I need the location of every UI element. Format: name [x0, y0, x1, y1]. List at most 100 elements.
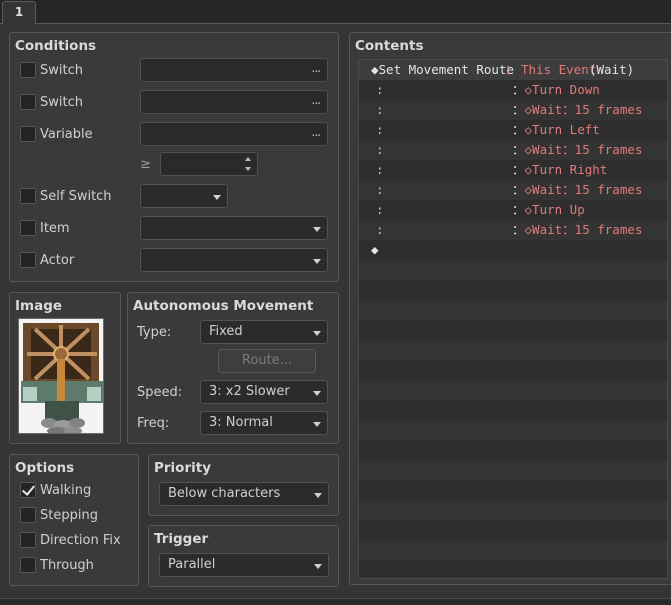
empty-row [359, 480, 667, 500]
trigger-select[interactable]: Parallel [159, 553, 329, 577]
command-text: ◇Wait [524, 102, 563, 117]
self-switch-select[interactable] [140, 184, 228, 208]
empty-row [359, 400, 667, 420]
tab-bar: 1 [0, 0, 671, 25]
item-checkbox[interactable] [20, 220, 36, 236]
conditions-group: Conditions Switch ... Switch ... Variabl… [9, 32, 339, 282]
command-value: 15 frames [574, 182, 643, 197]
command-text: ◇Turn Left [524, 122, 600, 137]
type-select[interactable]: Fixed [200, 320, 328, 344]
direction-fix-checkbox[interactable] [20, 532, 36, 548]
command-value: 15 frames [574, 222, 643, 237]
switch2-label: Switch [40, 95, 83, 110]
type-value: Fixed [209, 324, 243, 339]
indent-colon: : [376, 142, 384, 157]
self-switch-checkbox[interactable] [20, 188, 36, 204]
switch1-field[interactable]: ... [140, 58, 328, 82]
ellipsis-icon: ... [311, 125, 322, 139]
variable-value-spinbox[interactable] [160, 152, 258, 176]
empty-row [359, 500, 667, 520]
actor-select[interactable] [140, 248, 328, 272]
trigger-group: Trigger Parallel [148, 525, 339, 587]
command-text: ◇Turn Up [524, 202, 585, 217]
walking-checkbox[interactable] [20, 482, 36, 498]
command-row[interactable]: : ：◇Wait：15 frames [359, 220, 667, 240]
chevron-down-icon [313, 227, 321, 232]
empty-row [359, 300, 667, 320]
event-command-list[interactable]: ◆Set Movement Route ： This Event (Wait) … [358, 59, 668, 579]
command-text: ◇Turn Down [524, 82, 600, 97]
contents-group: Contents ◆Set Movement Route ： This Even… [349, 32, 671, 585]
command-value: 15 frames [574, 142, 643, 157]
command-row[interactable]: ◆Set Movement Route ： This Event (Wait) [359, 60, 667, 80]
type-label: Type: [137, 325, 172, 340]
speed-select[interactable]: 3: x2 Slower [200, 380, 328, 404]
empty-row [359, 540, 667, 560]
empty-row [359, 280, 667, 300]
through-checkbox[interactable] [20, 557, 36, 573]
priority-title: Priority [154, 460, 211, 476]
command-row[interactable]: : ：◇Turn Right [359, 160, 667, 180]
empty-row [359, 360, 667, 380]
empty-row [359, 340, 667, 360]
event-page: Conditions Switch ... Switch ... Variabl… [0, 24, 671, 599]
stepping-label: Stepping [40, 508, 98, 523]
route-button[interactable]: Route... [218, 349, 316, 373]
indent-colon: : [376, 102, 384, 117]
command-row[interactable]: ◆ [359, 240, 667, 260]
spin-down-icon[interactable] [245, 167, 251, 171]
command-text: ◇Wait [524, 182, 563, 197]
command-sep: ： [512, 162, 525, 177]
self-switch-label: Self Switch [40, 189, 112, 204]
command-sep2: ： [562, 222, 575, 237]
empty-row [359, 420, 667, 440]
indent-colon: : [376, 122, 384, 137]
command-row[interactable]: : ：◇Turn Down [359, 80, 667, 100]
empty-row [359, 520, 667, 540]
autonomous-movement-title: Autonomous Movement [133, 298, 314, 314]
image-title: Image [15, 298, 63, 314]
variable-checkbox[interactable] [20, 126, 36, 142]
empty-row [359, 460, 667, 480]
command-sep: ： [512, 142, 525, 157]
command-row[interactable]: : ：◇Wait：15 frames [359, 140, 667, 160]
empty-row [359, 380, 667, 400]
chevron-down-icon [313, 259, 321, 264]
switch1-label: Switch [40, 63, 83, 78]
command-value: 15 frames [574, 102, 643, 117]
switch2-field[interactable]: ... [140, 90, 328, 114]
command-sep: ： [512, 202, 525, 217]
event-image[interactable] [18, 318, 104, 434]
freq-select[interactable]: 3: Normal [200, 411, 328, 435]
command-row[interactable]: : ：◇Wait：15 frames [359, 100, 667, 120]
empty-row [359, 440, 667, 460]
freq-label: Freq: [137, 416, 170, 431]
chevron-down-icon [313, 391, 321, 396]
actor-checkbox[interactable] [20, 252, 36, 268]
speed-label: Speed: [137, 385, 183, 400]
spin-up-icon[interactable] [245, 157, 251, 161]
command-sep2: ： [562, 182, 575, 197]
tab-page-1[interactable]: 1 [2, 1, 36, 25]
priority-select[interactable]: Below characters [159, 482, 329, 506]
chevron-down-icon [313, 331, 321, 336]
autonomous-movement-group: Autonomous Movement Type: Fixed Route...… [127, 292, 339, 444]
command-sep: ： [512, 122, 525, 137]
switch1-checkbox[interactable] [20, 62, 36, 78]
chevron-down-icon [313, 422, 321, 427]
command-row[interactable]: : ：◇Turn Left [359, 120, 667, 140]
switch2-checkbox[interactable] [20, 94, 36, 110]
command-sep2: ： [562, 102, 575, 117]
item-select[interactable] [140, 216, 328, 240]
indent-colon: : [376, 182, 384, 197]
indent-colon: : [376, 82, 384, 97]
command-extra: (Wait) [589, 62, 635, 77]
command-row[interactable]: : ：◇Wait：15 frames [359, 180, 667, 200]
chevron-down-icon [314, 564, 322, 569]
command-head: ◆ [371, 242, 379, 257]
command-row[interactable]: : ：◇Turn Up [359, 200, 667, 220]
variable-field[interactable]: ... [140, 122, 328, 146]
stepping-checkbox[interactable] [20, 507, 36, 523]
image-group: Image [9, 292, 121, 444]
gte-icon: ≥ [140, 157, 151, 172]
